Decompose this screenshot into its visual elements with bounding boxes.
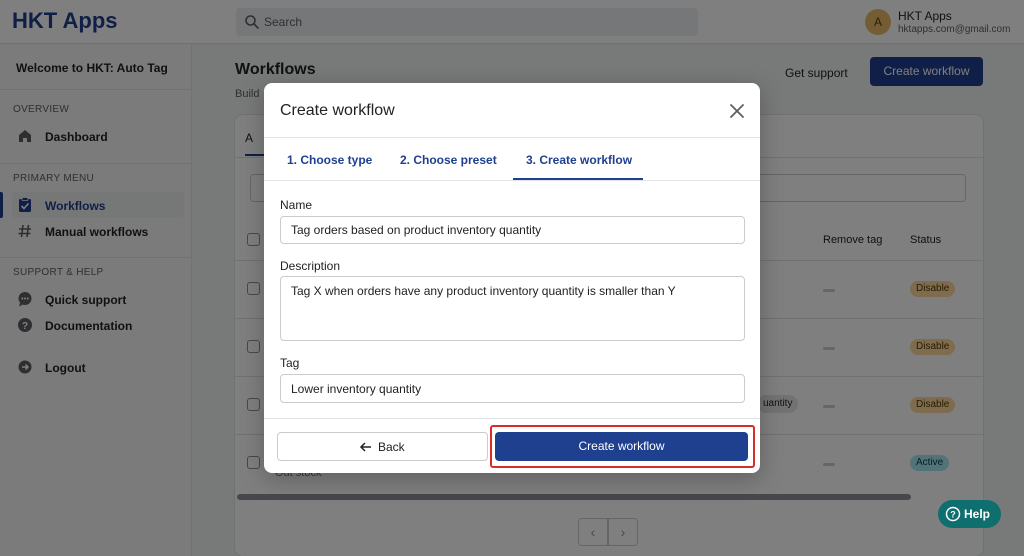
modal-title: Create workflow [280,102,395,119]
description-label: Description [280,259,341,273]
back-label: Back [378,440,405,454]
name-field[interactable] [280,216,745,244]
name-label: Name [280,198,313,212]
help-button[interactable]: ? Help [938,500,1001,528]
tag-field[interactable] [280,374,745,403]
svg-text:?: ? [950,510,956,520]
divider [264,180,760,181]
divider [264,137,760,138]
back-button[interactable]: Back [277,432,488,461]
step-choose-preset[interactable]: 2. Choose preset [400,153,497,167]
create-workflow-modal: Create workflow 1. Choose type 2. Choose… [264,83,760,473]
close-icon[interactable] [728,102,746,120]
step-choose-type[interactable]: 1. Choose type [287,153,372,167]
tag-label: Tag [280,356,300,370]
step-create-workflow[interactable]: 3. Create workflow [526,153,632,167]
description-field[interactable]: Tag X when orders have any product inven… [280,276,745,341]
divider [264,418,760,419]
create-workflow-submit-button[interactable]: Create workflow [495,432,748,461]
arrow-left-icon [359,442,371,452]
help-label: Help [964,507,991,521]
question-circle-icon: ? [945,506,961,522]
